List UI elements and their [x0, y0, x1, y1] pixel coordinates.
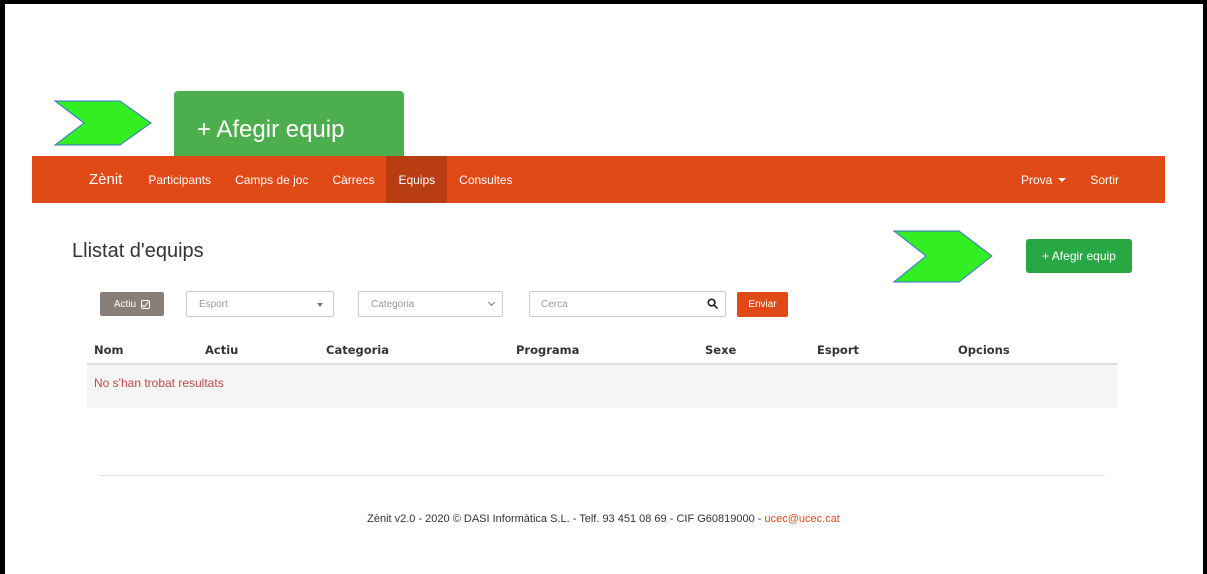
column-header-programa[interactable]: Programa: [516, 343, 579, 357]
nav-item-participants[interactable]: Participants: [136, 156, 223, 203]
top-navbar: Zènit Participants Camps de joc Càrrecs …: [32, 156, 1165, 203]
user-menu-dropdown[interactable]: Prova: [1009, 156, 1078, 203]
footer-text: Zènit v2.0 - 2020 © DASI Informàtica S.L…: [367, 513, 765, 525]
empty-results-message: No s'han trobat resultats: [94, 376, 224, 390]
category-select-placeholder: Categoria: [371, 298, 415, 310]
triangle-down-icon: [317, 303, 323, 307]
sport-select[interactable]: Esport: [186, 291, 334, 317]
sport-select-placeholder: Esport: [199, 298, 228, 310]
search-icon[interactable]: [707, 298, 718, 309]
brand-link[interactable]: Zènit: [32, 156, 136, 203]
nav-item-consultes[interactable]: Consultes: [447, 156, 524, 203]
callout-arrow-icon: [54, 100, 152, 146]
caret-down-icon: [1058, 177, 1067, 182]
column-header-categoria[interactable]: Categoria: [326, 343, 389, 357]
active-filter-button[interactable]: Actiu: [100, 292, 164, 316]
submit-button[interactable]: Enviar: [737, 292, 788, 317]
filter-bar: Actiu Esport Categoria Cerca Enviar: [0, 291, 1207, 319]
column-header-esport[interactable]: Esport: [817, 343, 859, 357]
callout-label: + Afegir equip: [197, 116, 345, 143]
search-placeholder: Cerca: [541, 298, 568, 310]
category-select[interactable]: Categoria: [358, 291, 503, 317]
page-title: Llistat d'equips: [72, 240, 204, 262]
logout-link[interactable]: Sortir: [1078, 156, 1131, 203]
nav-item-carrecs[interactable]: Càrrecs: [320, 156, 386, 203]
callout-arrow-icon-secondary: [893, 230, 993, 283]
active-filter-label: Actiu: [113, 298, 137, 310]
checkbox-checked-icon: [141, 299, 151, 309]
screenshot-frame: [0, 0, 1207, 574]
footer: Zènit v2.0 - 2020 © DASI Informàtica S.L…: [0, 513, 1207, 525]
table-header: Nom Actiu Categoria Programa Sexe Esport…: [87, 341, 1117, 365]
footer-divider: [100, 475, 1105, 476]
add-team-button[interactable]: + Afegir equip: [1026, 239, 1132, 273]
column-header-actiu[interactable]: Actiu: [205, 343, 238, 357]
user-menu-label: Prova: [1020, 172, 1053, 187]
nav-item-camps-de-joc[interactable]: Camps de joc: [223, 156, 320, 203]
table-empty-row: No s'han trobat resultats: [87, 365, 1117, 408]
callout-add-team-button: + Afegir equip: [174, 91, 404, 157]
footer-email-link[interactable]: ucec@ucec.cat: [765, 513, 840, 525]
nav-right: Prova Sortir: [1009, 156, 1165, 203]
chevron-down-icon: [487, 298, 496, 307]
search-input[interactable]: Cerca: [529, 291, 726, 317]
column-header-opcions: Opcions: [958, 343, 1010, 357]
column-header-nom[interactable]: Nom: [94, 343, 124, 357]
nav-item-equips[interactable]: Equips: [386, 156, 448, 203]
column-header-sexe[interactable]: Sexe: [705, 343, 736, 357]
